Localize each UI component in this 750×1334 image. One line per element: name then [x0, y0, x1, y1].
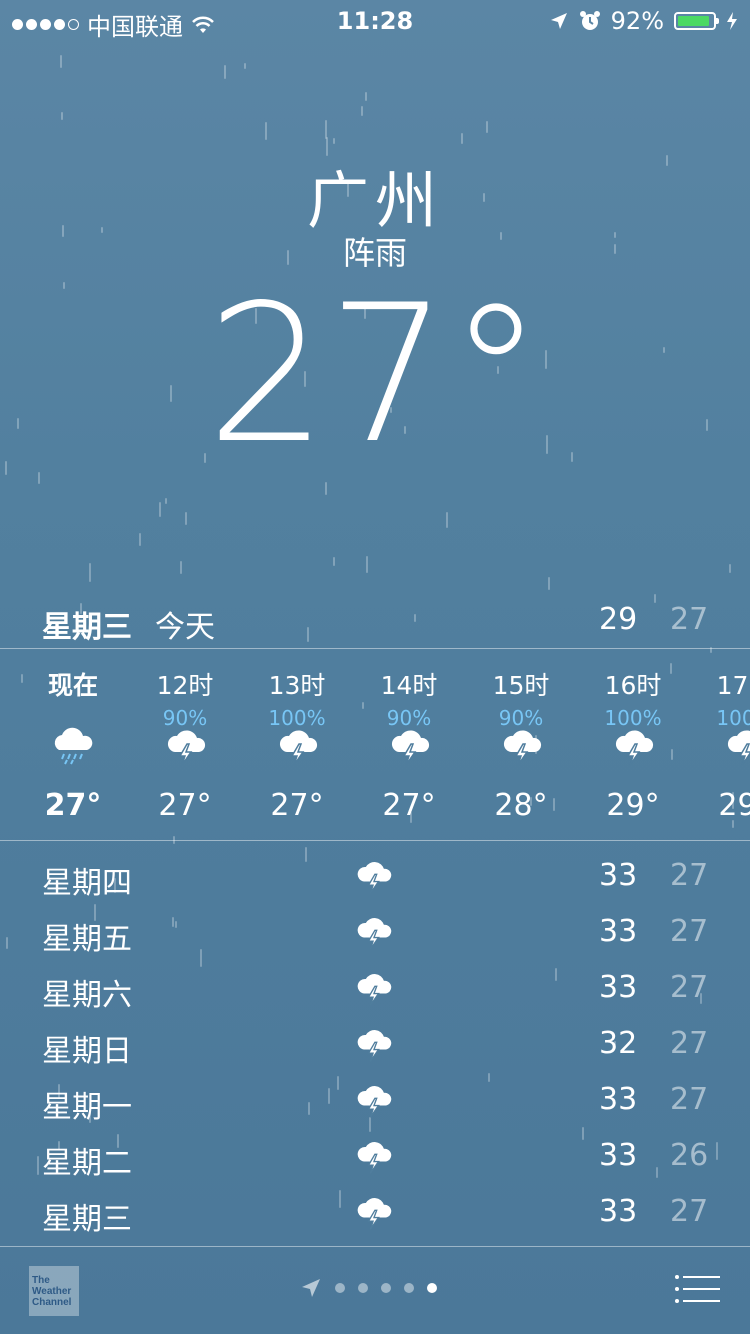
battery-percentage: 92%	[610, 7, 664, 35]
hour-label: 12时	[156, 671, 214, 700]
thunderstorm-icon	[391, 730, 430, 766]
weekday-label: 星期日	[42, 1034, 132, 1069]
today-label: 今天	[155, 610, 215, 645]
location-arrow-icon	[550, 13, 567, 29]
today-low: 27	[670, 602, 709, 637]
battery-icon	[674, 12, 719, 30]
location-arrow-icon	[302, 1279, 320, 1297]
thunderstorm-icon	[357, 1030, 392, 1062]
weekday-label: 星期一	[42, 1090, 132, 1125]
thunderstorm-icon	[357, 1086, 392, 1118]
thunderstorm-icon	[357, 1142, 392, 1174]
current-temperature: 27°	[206, 264, 544, 485]
hour-temperature: 27°	[270, 788, 324, 823]
daily-row: 星期一 33 27	[0, 1072, 750, 1128]
weekday-label: 星期五	[42, 922, 132, 957]
thunderstorm-icon	[503, 730, 542, 766]
rain-cloud-icon	[54, 727, 93, 765]
bottom-toolbar: The Weather Channel	[0, 1248, 750, 1334]
daily-high: 33	[599, 914, 638, 949]
divider	[0, 648, 750, 649]
page-dot[interactable]	[358, 1283, 368, 1293]
weekday-label: 星期二	[42, 1146, 132, 1181]
hour-temperature: 28°	[494, 788, 548, 823]
page-indicator[interactable]	[300, 1278, 437, 1298]
thunderstorm-icon	[357, 862, 392, 894]
today-summary-row: 星期三 今天 29 27	[0, 600, 750, 648]
hour-label: 14时	[380, 671, 438, 700]
thunderstorm-icon	[357, 918, 392, 950]
daily-row: 星期三 33 27	[0, 1184, 750, 1240]
divider	[0, 840, 750, 841]
hour-temperature: 29°	[718, 788, 750, 823]
city-name: 广州	[306, 164, 443, 237]
hour-label: 现在	[47, 671, 98, 700]
hour-temperature: 27°	[382, 788, 436, 823]
hour-temperature: 27°	[158, 788, 212, 823]
hour-temperature: 29°	[606, 788, 660, 823]
daily-row: 星期二 33 26	[0, 1128, 750, 1184]
charging-bolt-icon	[727, 12, 737, 30]
status-bar: 中国联通 11:28 92%	[0, 0, 750, 41]
daily-high: 33	[599, 1194, 638, 1229]
thunderstorm-icon	[615, 730, 654, 766]
daily-high: 32	[599, 1026, 638, 1061]
page-dot[interactable]	[404, 1283, 414, 1293]
today-high: 29	[599, 602, 638, 637]
thunderstorm-icon	[357, 974, 392, 1006]
daily-high: 33	[599, 858, 638, 893]
daily-low: 26	[670, 1138, 709, 1173]
daily-row: 星期日 32 27	[0, 1016, 750, 1072]
daily-high: 33	[599, 1138, 638, 1173]
daily-high: 33	[599, 1082, 638, 1117]
hourly-forecast-scroller[interactable]: 现在 27° 12时 90% 27° 13时 100% 27° 14时 90% 27° 15时 90% 2…	[0, 650, 750, 840]
city-list-icon[interactable]	[674, 1274, 720, 1304]
weekday-label: 星期六	[42, 978, 132, 1013]
weather-channel-logo[interactable]: The Weather Channel	[29, 1266, 79, 1316]
today-weekday: 星期三	[42, 610, 132, 645]
daily-low: 27	[670, 914, 709, 949]
weekday-label: 星期四	[42, 866, 132, 901]
daily-row: 星期六 33 27	[0, 960, 750, 1016]
divider	[0, 1246, 750, 1247]
daily-low: 27	[670, 858, 709, 893]
hour-label: 13时	[268, 671, 326, 700]
hour-temperature: 27°	[44, 788, 102, 823]
page-dot[interactable]	[381, 1283, 391, 1293]
hour-label: 16时	[604, 671, 662, 700]
thunderstorm-icon	[727, 730, 750, 766]
daily-row: 星期四 33 27	[0, 848, 750, 904]
daily-low: 27	[670, 1194, 709, 1229]
page-dot[interactable]	[427, 1283, 437, 1293]
page-dot[interactable]	[335, 1283, 345, 1293]
daily-low: 27	[670, 970, 709, 1005]
daily-row: 星期五 33 27	[0, 904, 750, 960]
thunderstorm-icon	[357, 1198, 392, 1230]
daily-low: 27	[670, 1026, 709, 1061]
hour-label: 15时	[492, 671, 550, 700]
alarm-icon	[579, 11, 600, 30]
daily-low: 27	[670, 1082, 709, 1117]
hour-label: 17时	[716, 671, 750, 700]
daily-high: 33	[599, 970, 638, 1005]
thunderstorm-icon	[167, 730, 206, 766]
thunderstorm-icon	[279, 730, 318, 766]
weekday-label: 星期三	[42, 1202, 132, 1237]
